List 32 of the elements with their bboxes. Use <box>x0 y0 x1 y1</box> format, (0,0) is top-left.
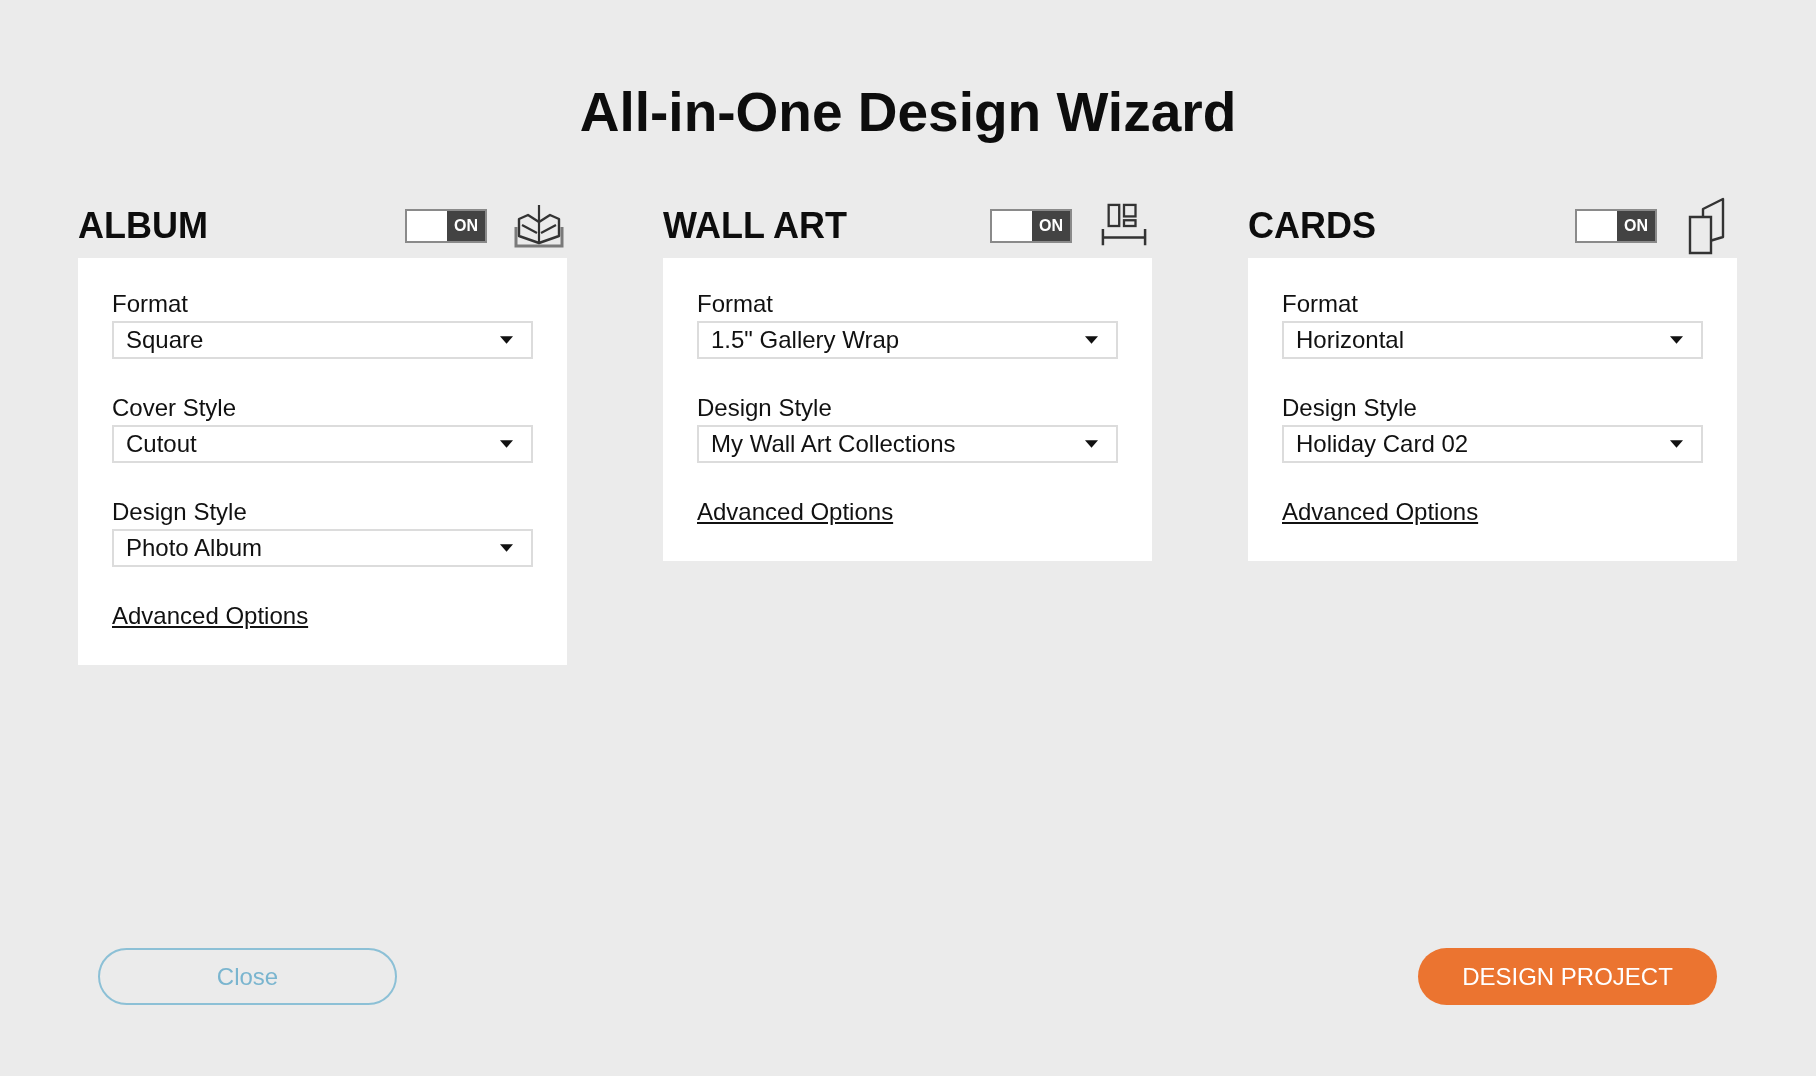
toggle-switch[interactable]: ON <box>405 209 487 243</box>
dropdown[interactable]: Cutout <box>112 425 533 463</box>
dropdown[interactable]: Horizontal <box>1282 321 1703 359</box>
advanced-options-link[interactable]: Advanced Options <box>112 602 309 630</box>
field-label: Format <box>1282 290 1359 318</box>
wizard-title: All-in-One Design Wizard <box>579 80 1237 144</box>
dropdown[interactable]: 1.5" Gallery Wrap <box>697 321 1118 359</box>
dropdown[interactable]: My Wall Art Collections <box>697 425 1118 463</box>
field-label: Design Style <box>697 394 833 422</box>
field-label: Design Style <box>1282 394 1418 422</box>
caret-icon <box>1670 336 1683 344</box>
dropdown[interactable]: Holiday Card 02 <box>1282 425 1703 463</box>
section-heading: ALBUM <box>78 204 209 248</box>
section-heading: WALL ART <box>663 204 848 248</box>
caret-icon <box>500 440 513 448</box>
caret-icon <box>500 336 513 344</box>
field-label: Format <box>112 290 189 318</box>
section-heading: CARDS <box>1248 204 1377 248</box>
field-label: Format <box>697 290 774 318</box>
caret-icon <box>1670 440 1683 448</box>
caret-icon <box>1085 336 1098 344</box>
toggle-switch[interactable]: ON <box>1575 209 1657 243</box>
dropdown[interactable]: Photo Album <box>112 529 533 567</box>
dropdown[interactable]: Square <box>112 321 533 359</box>
advanced-options-link[interactable]: Advanced Options <box>1282 498 1479 526</box>
toggle-switch[interactable]: ON <box>990 209 1072 243</box>
caret-icon <box>1085 440 1098 448</box>
field-label: Design Style <box>112 498 248 526</box>
caret-icon <box>500 544 513 552</box>
advanced-options-link[interactable]: Advanced Options <box>697 498 894 526</box>
field-label: Cover Style <box>112 394 238 422</box>
open-book-icon <box>513 203 565 249</box>
